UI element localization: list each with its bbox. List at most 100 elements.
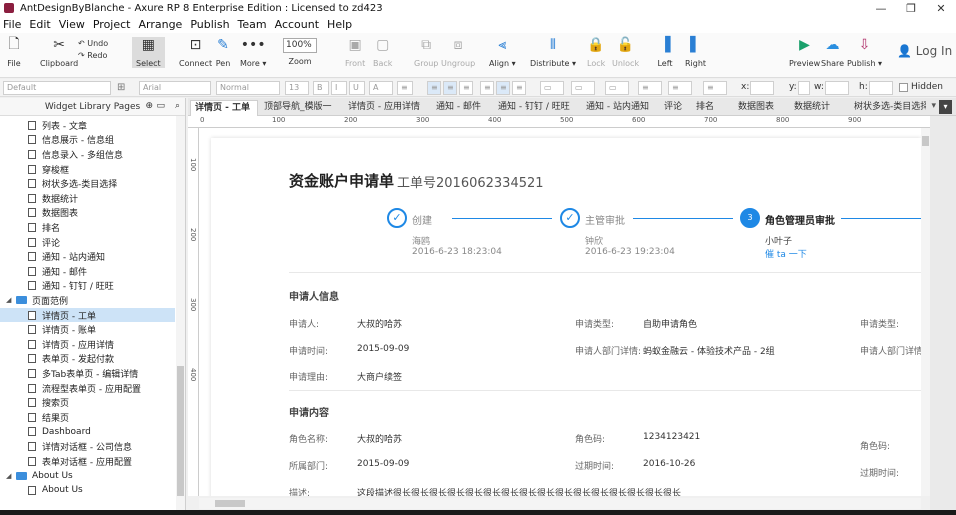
- back-button[interactable]: ▢ Back: [373, 37, 392, 68]
- collapse-icon[interactable]: ◢: [6, 472, 14, 480]
- style-edit-icon[interactable]: ⊞: [117, 82, 125, 93]
- zoom-select[interactable]: 100%: [283, 38, 317, 53]
- tree-page[interactable]: 表单页 - 发起付款: [0, 352, 175, 367]
- valign-bottom-button[interactable]: ≡: [512, 81, 526, 95]
- tree-page[interactable]: 通知 - 钉钉 / 旺旺: [0, 279, 175, 294]
- hidden-checkbox[interactable]: [899, 83, 908, 92]
- connect-button[interactable]: ⊡ Connect: [179, 37, 212, 68]
- tab-menu-icon[interactable]: ▾: [939, 100, 952, 114]
- tab[interactable]: 评论: [660, 100, 690, 116]
- tree-page[interactable]: 通知 - 站内通知: [0, 249, 175, 264]
- italic-button[interactable]: I: [331, 81, 347, 95]
- panel-scrollbar[interactable]: [176, 116, 185, 510]
- x-input[interactable]: [750, 81, 774, 95]
- search-icon[interactable]: ⌕: [175, 101, 180, 111]
- align-right-button[interactable]: ≡: [459, 81, 473, 95]
- minimize-button[interactable]: —: [866, 2, 896, 15]
- arrow-style-button[interactable]: ≡: [703, 81, 727, 95]
- style-select[interactable]: Default: [3, 81, 111, 95]
- tab[interactable]: 通知 - 钉钉 / 旺旺: [494, 100, 580, 116]
- line-width-button[interactable]: ≡: [638, 81, 662, 95]
- preview-button[interactable]: ▶ Preview: [789, 37, 820, 68]
- line-color-button[interactable]: ▭: [605, 81, 629, 95]
- tree-page[interactable]: 评论: [0, 235, 175, 250]
- tree-page[interactable]: 表单对话框 - 应用配置: [0, 454, 175, 469]
- zoom-control[interactable]: 100% Zoom: [283, 37, 317, 66]
- canvas-vertical-scrollbar[interactable]: [921, 128, 930, 496]
- tree-page[interactable]: 详情页 - 账单: [0, 322, 175, 337]
- tree-page[interactable]: 通知 - 邮件: [0, 264, 175, 279]
- tree-page[interactable]: 排名: [0, 220, 175, 235]
- valign-top-button[interactable]: ≡: [480, 81, 494, 95]
- valign-middle-button[interactable]: ≡: [496, 81, 510, 95]
- tree-page[interactable]: 数据图表: [0, 206, 175, 221]
- tree-page[interactable]: 流程型表单页 - 应用配置: [0, 381, 175, 396]
- menu-account[interactable]: Account: [275, 18, 319, 31]
- login-button[interactable]: 👤 Log In: [897, 44, 952, 58]
- add-page-icon[interactable]: ⊕: [145, 101, 153, 111]
- menu-team[interactable]: Team: [238, 18, 267, 31]
- collapse-icon[interactable]: ◢: [6, 296, 14, 304]
- design-canvas[interactable]: 资金账户申请单 工单号2016062334521 ✓ 创建 ✓ 主管审批 3 角…: [199, 128, 921, 496]
- left-button[interactable]: ▐ Left: [657, 37, 673, 68]
- menu-publish[interactable]: Publish: [190, 18, 229, 31]
- menu-edit[interactable]: Edit: [29, 18, 50, 31]
- fill-color-button[interactable]: ▭: [540, 81, 564, 95]
- undo-button[interactable]: ↶ Undo: [78, 39, 108, 48]
- tab[interactable]: 详情页 - 应用详情: [344, 100, 430, 116]
- tab[interactable]: 顶部导航_模版一: [260, 100, 342, 116]
- h-input[interactable]: [869, 81, 893, 95]
- tree-page[interactable]: 信息录入 - 多组信息: [0, 147, 175, 162]
- weight-select[interactable]: Normal: [216, 81, 280, 95]
- ungroup-button[interactable]: ⧈ Ungroup: [441, 37, 475, 68]
- menu-project[interactable]: Project: [93, 18, 131, 31]
- tree-page[interactable]: 多Tab表单页 - 编辑详情: [0, 366, 175, 381]
- font-select[interactable]: Arial: [139, 81, 211, 95]
- list-button[interactable]: ≡: [397, 81, 413, 95]
- share-button[interactable]: ☁ Share: [821, 37, 844, 68]
- tree-page[interactable]: 列表 - 文章: [0, 118, 175, 133]
- restore-button[interactable]: ❐: [896, 2, 926, 15]
- close-button[interactable]: ✕: [926, 2, 956, 15]
- lock-button[interactable]: 🔒 Lock: [587, 37, 605, 68]
- tab[interactable]: 通知 - 站内通知: [582, 100, 658, 116]
- tree-folder[interactable]: ◢ 页面范例: [0, 293, 175, 308]
- canvas-hscroll-thumb[interactable]: [215, 500, 245, 507]
- pen-button[interactable]: ✎ Pen: [215, 37, 231, 68]
- right-button[interactable]: ▌ Right: [685, 37, 706, 68]
- tree-page[interactable]: About Us: [0, 483, 175, 498]
- canvas-vscroll-thumb[interactable]: [922, 136, 929, 146]
- menu-view[interactable]: View: [59, 18, 85, 31]
- menu-file[interactable]: File: [3, 18, 21, 31]
- tree-page[interactable]: 穿梭框: [0, 162, 175, 177]
- more-button[interactable]: ••• More ▾: [240, 37, 266, 68]
- tab[interactable]: 树状多选-类目选择: [850, 100, 926, 116]
- tree-page[interactable]: Dashboard: [0, 425, 175, 440]
- tab[interactable]: 详情页 - 工单: [190, 100, 258, 116]
- align-center-button[interactable]: ≡: [443, 81, 457, 95]
- tab[interactable]: 数据统计: [790, 100, 848, 116]
- tree-page[interactable]: 树状多选-类目选择: [0, 176, 175, 191]
- tab[interactable]: 排名: [692, 100, 732, 116]
- remind-link[interactable]: 催 ta 一下: [765, 247, 807, 260]
- front-button[interactable]: ▣ Front: [345, 37, 365, 68]
- tree-page[interactable]: 详情页 - 工单: [0, 307, 175, 323]
- size-select[interactable]: 13: [285, 81, 309, 95]
- align-button[interactable]: ⫷ Align ▾: [489, 37, 516, 68]
- tree-page[interactable]: 信息展示 - 信息组: [0, 133, 175, 148]
- y-input[interactable]: [798, 81, 810, 95]
- tree-folder[interactable]: ◢ About Us: [0, 468, 175, 483]
- tree-page[interactable]: 数据统计: [0, 191, 175, 206]
- tab[interactable]: 通知 - 邮件: [432, 100, 492, 116]
- unlock-button[interactable]: 🔓 Unlock: [612, 37, 639, 68]
- add-folder-icon[interactable]: ▭: [156, 101, 165, 111]
- underline-button[interactable]: U: [349, 81, 365, 95]
- distribute-button[interactable]: ⦀ Distribute ▾: [530, 37, 576, 68]
- select-button[interactable]: ▦ Select: [132, 37, 165, 68]
- bold-button[interactable]: B: [313, 81, 329, 95]
- menu-arrange[interactable]: Arrange: [138, 18, 182, 31]
- menu-help[interactable]: Help: [327, 18, 352, 31]
- w-input[interactable]: [825, 81, 849, 95]
- canvas-horizontal-scrollbar[interactable]: [199, 498, 921, 509]
- align-left-button[interactable]: ≡: [427, 81, 441, 95]
